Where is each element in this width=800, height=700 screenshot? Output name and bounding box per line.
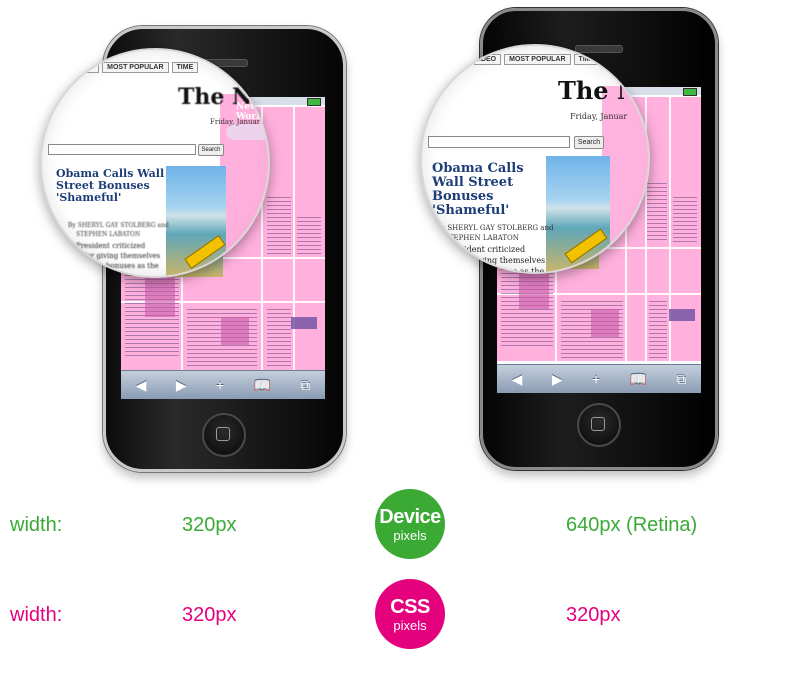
google-search-pill <box>226 124 268 140</box>
css-right-width: 320px <box>566 604 621 626</box>
pages-icon[interactable]: ⧉ <box>300 377 310 394</box>
thumbnail <box>145 277 175 317</box>
badge-title: Device <box>379 505 441 528</box>
article-text <box>649 301 667 359</box>
home-button[interactable] <box>577 403 621 447</box>
home-button[interactable] <box>202 413 246 457</box>
safari-toolbar: ◀ ▶ + 📖 ⧉ <box>497 364 701 393</box>
thumbnail <box>221 317 249 345</box>
pages-icon[interactable]: ⧉ <box>676 371 686 388</box>
ad-box <box>291 317 317 329</box>
body-text: for giving themselves <box>458 256 546 265</box>
nav-tabs: IDEO MOST POPULAR TIME <box>72 62 201 73</box>
magnifier-left: IDEO MOST POPULAR TIME The N News, World… <box>40 48 270 278</box>
article-text <box>267 309 291 369</box>
tab-times[interactable]: TIME <box>171 62 199 73</box>
back-icon[interactable]: ◀ <box>512 371 523 388</box>
article-text <box>297 217 321 257</box>
badge-title: CSS <box>390 595 430 618</box>
byline: By SHERYL GAY STOLBERG and <box>436 224 554 232</box>
device-left-width: 320px <box>182 514 237 536</box>
date-line: Friday, Januar <box>210 118 261 126</box>
tab-times[interactable]: TIME <box>573 54 601 65</box>
magnifier-right: IDEO MOST POPULAR TIME The N Friday, Jan… <box>420 44 650 274</box>
grid-line <box>293 107 295 371</box>
article-text <box>647 183 667 243</box>
badge-subtitle: pixels <box>393 617 427 633</box>
article-text <box>267 197 291 257</box>
forward-icon[interactable]: ▶ <box>176 377 187 394</box>
css-row-label: width: <box>10 604 63 626</box>
kayak-shape <box>184 235 226 269</box>
date-line: Friday, Januar <box>570 112 628 121</box>
earpiece-speaker <box>575 45 623 53</box>
byline: STEPHEN LABATON <box>444 234 519 242</box>
device-right-width: 640px (Retina) <box>566 514 698 536</box>
nyt-masthead: The N <box>558 76 639 105</box>
add-icon[interactable]: + <box>216 377 224 393</box>
css-pixels-badge: CSS pixels <box>375 579 445 649</box>
safari-toolbar: ◀ ▶ + 📖 ⧉ <box>121 370 325 399</box>
grid-line <box>669 97 671 361</box>
search-input[interactable] <box>428 136 570 148</box>
thumbnail <box>519 269 549 309</box>
add-icon[interactable]: + <box>592 371 600 387</box>
body-text: bonuses as the <box>106 262 159 270</box>
byline: STEPHEN LABATON <box>76 231 141 238</box>
thumbnail <box>591 309 619 337</box>
news-photo <box>166 166 226 276</box>
article-text <box>673 197 697 245</box>
bookmarks-icon[interactable]: 📖 <box>630 371 647 388</box>
battery-icon <box>307 98 321 106</box>
badge-subtitle: pixels <box>393 527 427 543</box>
kayak-shape <box>564 228 608 264</box>
ad-box <box>669 309 695 321</box>
byline: By SHERYL GAY STOLBERG and <box>68 222 169 229</box>
search-button[interactable]: Search <box>198 144 224 156</box>
bookmarks-icon[interactable]: 📖 <box>254 377 271 394</box>
css-left-width: 320px <box>182 604 237 626</box>
headline[interactable]: Obama Calls Wall Street Bonuses 'Shamefu… <box>432 161 544 218</box>
search-input[interactable] <box>48 144 196 155</box>
battery-icon <box>683 88 697 96</box>
device-pixels-badge: Device pixels <box>375 489 445 559</box>
tab-most-popular[interactable]: MOST POPULAR <box>102 62 169 73</box>
search-button[interactable]: Search <box>574 136 604 149</box>
device-row-label: width: <box>10 514 63 536</box>
body-text: President criticized <box>446 245 526 254</box>
headline[interactable]: Obama Calls Wall Street Bonuses 'Shamefu… <box>56 168 166 204</box>
nav-tabs: IDEO MOST POPULAR TIME <box>474 54 603 65</box>
news-photo <box>546 156 610 272</box>
tab-most-popular[interactable]: MOST POPULAR <box>504 54 571 65</box>
forward-icon[interactable]: ▶ <box>552 371 563 388</box>
body-text: President criticized <box>76 242 146 250</box>
tab-video[interactable]: IDEO <box>474 54 502 65</box>
back-icon[interactable]: ◀ <box>136 377 147 394</box>
tab-video[interactable]: IDEO <box>72 62 100 73</box>
body-text: for giving themselves <box>84 252 161 260</box>
